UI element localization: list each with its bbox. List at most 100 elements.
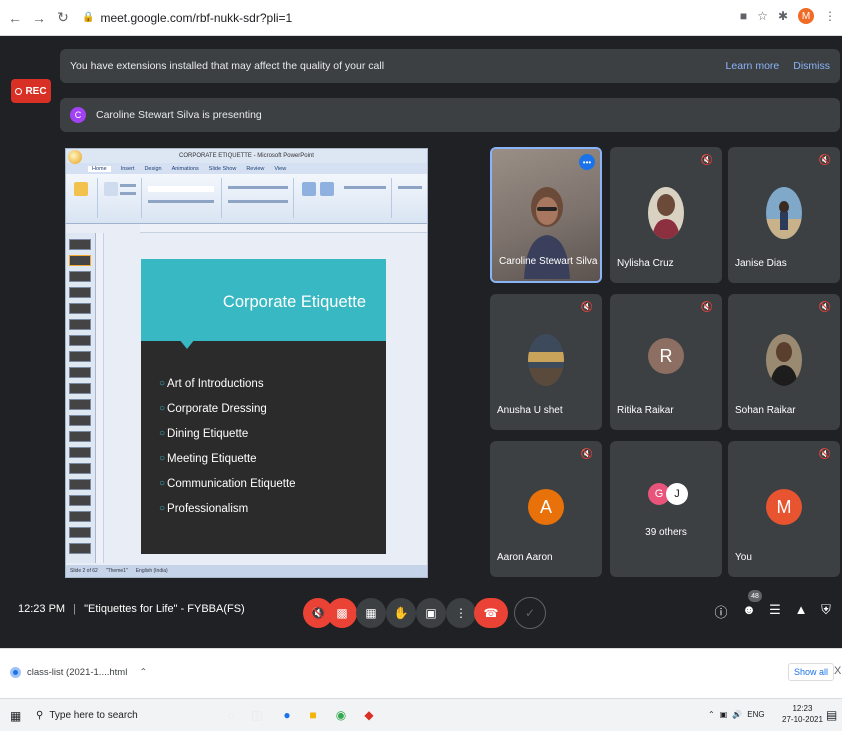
profile-avatar[interactable]: M [798,8,814,24]
slide-thumbnail[interactable] [69,335,91,346]
address-bar[interactable]: 🔒 meet.google.com/rbf-nukk-sdr?pli=1 [82,11,292,25]
forward-icon[interactable]: → [30,9,48,27]
people-icon: ☻ [742,602,756,617]
edge-icon[interactable]: ● [280,708,294,722]
captions-button[interactable]: ▦ [356,598,386,628]
people-count-badge: 48 [748,590,762,602]
more-options-icon[interactable]: ••• [579,154,595,170]
back-icon[interactable]: ← [6,9,24,27]
file-explorer-icon[interactable]: ■ [306,708,320,722]
chevron-up-icon[interactable]: ⌃ [139,667,147,678]
slide-thumbnail[interactable] [69,351,91,362]
raise-hand-button[interactable]: ✋ [386,598,416,628]
download-item[interactable]: class-list (2021-1....html ⌃ [10,667,147,678]
host-controls-button[interactable]: ⛨ [815,602,837,618]
slide-thumbnail[interactable] [69,543,91,554]
people-button[interactable]: ☻ [738,602,760,617]
notifications-icon[interactable]: ▤ [826,708,837,722]
participant-avatar: A [528,489,564,525]
menu-kebab-icon[interactable]: ⋮ [824,9,836,23]
slide-thumbnail[interactable] [69,255,91,266]
slide-thumbnail[interactable] [69,463,91,474]
windows-start-icon[interactable]: ▦ [10,709,21,723]
ribbon-group-slides [100,178,142,218]
slide-thumbnail[interactable] [69,415,91,426]
volume-icon[interactable]: 🔊 [732,710,742,719]
dismiss-button[interactable]: Dismiss [793,60,830,72]
chrome-file-icon [10,667,21,678]
language-indicator[interactable]: ENG [747,710,764,719]
taskbar-search[interactable]: ⚲ Type here to search [36,710,138,721]
participant-tile-anusha[interactable]: 🔇 Anusha U shet [490,294,602,430]
participant-tile-sohan[interactable]: 🔇 Sohan Raikar [728,294,840,430]
participant-tile-janise[interactable]: 🔇 Janise Dias [728,147,840,283]
bookmark-star-icon[interactable]: ☆ [757,9,768,23]
slide-thumbnail[interactable] [69,431,91,442]
camera-indicator-icon[interactable]: ■ [740,9,747,23]
participant-name: Ritika Raikar [617,405,674,416]
cortana-icon[interactable]: ○ [224,708,238,722]
show-all-button[interactable]: Show all [788,663,835,681]
network-icon[interactable]: ▣ [720,710,728,719]
paste-icon [74,182,88,196]
chrome-icon[interactable]: ◉ [334,708,348,722]
slide-thumbnail[interactable] [69,511,91,522]
confirm-button-disabled: ✓ [514,597,546,629]
browser-toolbar: ← → ↻ 🔒 meet.google.com/rbf-nukk-sdr?pli… [0,0,842,36]
learn-more-link[interactable]: Learn more [726,60,780,72]
slide-thumbnail[interactable] [69,495,91,506]
extensions-icon[interactable]: ✱ [778,9,788,23]
present-button[interactable]: ▣ [416,598,446,628]
meeting-time: 12:23 PM [18,603,66,615]
slide-thumbnails-pane[interactable] [66,233,96,563]
participant-tile-nylisha[interactable]: 🔇 Nylisha Cruz [610,147,722,283]
font-box [148,186,214,192]
slide-thumbnail[interactable] [69,319,91,330]
app-icon[interactable]: ◆ [362,708,376,722]
slide-thumbnail[interactable] [69,479,91,490]
bullet-ring-icon: ○ [159,403,166,414]
participant-tile-others[interactable]: G J 39 others [610,441,722,577]
taskbar-clock[interactable]: 12:23 27-10-2021 [782,703,823,725]
slide-thumbnail[interactable] [69,303,91,314]
slide-bullet: ○ Art of Introductions [159,371,296,396]
slide-thumbnail[interactable] [69,271,91,282]
search-icon: ⚲ [36,710,44,721]
activities-button[interactable]: ▲ [790,602,812,617]
slide-thumbnail[interactable] [69,527,91,538]
participant-tile-ritika[interactable]: 🔇 R Ritika Raikar [610,294,722,430]
slide-thumbnail[interactable] [69,367,91,378]
ribbon-line [148,200,214,203]
bullet-text: Art of Introductions [167,377,264,390]
participant-tile-you[interactable]: 🔇 M You [728,441,840,577]
slide-thumbnail[interactable] [69,383,91,394]
slide-thumbnail[interactable] [69,447,91,458]
participant-tile-aaron[interactable]: 🔇 A Aaron Aaron [490,441,602,577]
new-slide-icon [104,182,118,196]
camera-toggle-button[interactable]: ▩ [327,598,357,628]
reload-icon[interactable]: ↻ [54,9,72,27]
bullet-ring-icon: ○ [159,478,166,489]
presentation-screen: CORPORATE ETIQUETTE - Microsoft PowerPoi… [65,148,428,578]
participant-avatar: J [666,483,688,505]
participant-tile-caroline[interactable]: ••• Caroline Stewart Silva [490,147,602,283]
close-downloads-button[interactable]: X [834,665,841,677]
more-options-button[interactable]: ⋮ [446,598,476,628]
chevron-up-icon[interactable]: ⌃ [708,710,715,719]
record-icon [15,87,23,95]
info-icon: ⓘ [714,605,728,620]
participant-avatar: M [766,489,802,525]
browser-actions: ■ ☆ ✱ M ⋮ [740,8,836,24]
task-view-icon[interactable]: ◫ [250,708,264,722]
slide-thumbnail[interactable] [69,287,91,298]
meeting-info-button[interactable]: ⓘ [710,602,732,621]
slide-thumbnail[interactable] [69,239,91,250]
hang-up-icon: ☎ [483,606,499,620]
ribbon-line [228,186,288,189]
slide-thumbnail[interactable] [69,399,91,410]
leave-call-button[interactable]: ☎ [474,598,508,628]
chat-button[interactable]: ☰ [764,602,786,618]
ppt-tab: Animations [171,165,199,172]
bullet-ring-icon: ○ [159,428,166,439]
sohan-photo [766,334,802,386]
